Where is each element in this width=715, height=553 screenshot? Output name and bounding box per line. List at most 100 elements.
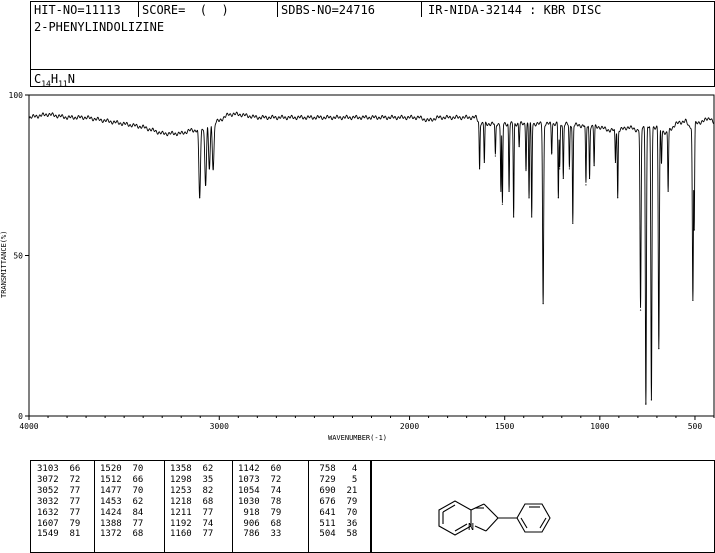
peak-table-row: 1549 81 (37, 529, 81, 540)
peak-point (525, 168, 527, 170)
peak-table-column: 1520 70 1512 66 1477 70 1453 62 1424 84 1388 … (100, 464, 143, 540)
peak-table-row: 1253 82 (170, 485, 214, 496)
peak-table-row: 1211 77 (170, 507, 214, 518)
peak-point (585, 184, 587, 186)
peak-table-row: 1192 74 (170, 518, 214, 529)
structure-box: N (371, 460, 715, 553)
nitrogen-atom-label: N (468, 522, 474, 533)
plot-frame (28, 94, 715, 417)
x-tick-label: 500 (688, 422, 703, 431)
peak-table-row: 1388 77 (100, 518, 144, 529)
x-axis-label: WAVENUMBER(-1) (328, 434, 387, 442)
peak-table-divider (308, 461, 309, 552)
peak-point (660, 161, 663, 164)
peak-point (614, 161, 617, 164)
x-tick-label: 3000 (210, 422, 229, 431)
y-tick-label: 50 (13, 252, 23, 261)
x-tick-label: 4000 (19, 422, 38, 431)
peak-point (658, 347, 660, 350)
peak-table-row: 1073 72 (238, 474, 282, 485)
peak-table-row: 690 21 (314, 485, 358, 496)
peak-table-row: 1424 84 (100, 507, 144, 518)
x-tick-label: 1500 (495, 422, 514, 431)
peak-table-row: 504 58 (314, 529, 358, 540)
hit-number: HIT-NO=11113 (34, 3, 121, 17)
peak-table-row: 1632 77 (37, 507, 81, 518)
peak-point (508, 190, 510, 192)
peak-table-row: 641 70 (314, 507, 358, 518)
spectrum-trace (28, 111, 715, 406)
peak-point (593, 165, 595, 167)
peak-point (204, 184, 207, 186)
peak-table-row: 729 5 (314, 474, 358, 485)
peak-point (513, 216, 515, 218)
score: SCORE= ( ) (142, 3, 229, 17)
peak-point (557, 197, 559, 199)
compound-name-box: 2-PHENYLINDOLIZINE (30, 17, 715, 70)
y-axis-label: TRANSMITTANCE(%) (0, 231, 8, 298)
peak-point (494, 155, 496, 157)
ir-info: IR-NIDA-32144 : KBR DISC (428, 3, 602, 17)
peak-table-row: 3032 77 (37, 496, 81, 507)
peak-point (501, 203, 504, 205)
peak-table-divider (164, 461, 165, 552)
peak-point (212, 168, 214, 170)
y-tick-label: 100 (9, 91, 24, 100)
peak-table-columns: 3103 66 3072 72 3052 77 3032 77 1632 77 1607 … (31, 461, 370, 552)
peak-point (528, 197, 530, 199)
peak-table-divider (94, 461, 95, 552)
peak-table-row: 676 79 (314, 496, 358, 507)
peak-table-row: 1142 60 (238, 464, 282, 474)
peak-table-column: 758 4 729 5 690 21 676 79 641 70 511 36 … (314, 464, 357, 540)
header-divider (421, 2, 422, 18)
y-tick-label: 0 (18, 412, 23, 421)
peak-point (551, 152, 553, 154)
peak-table-row: 3072 72 (37, 474, 81, 485)
y-axis: 0 50 100 (9, 91, 29, 421)
peak-table-column: 3103 66 3072 72 3052 77 3032 77 1632 77 1607 … (37, 464, 80, 540)
x-tick-label: 2000 (400, 422, 419, 431)
peak-table-column: 1358 62 1298 35 1253 82 1218 68 1211 77 1192 … (170, 464, 213, 540)
peak-point (667, 190, 669, 192)
peak-table-row: 1372 68 (100, 529, 144, 540)
peak-table-row: 786 33 (238, 529, 282, 540)
peak-table-row: 3052 77 (37, 485, 81, 496)
peak-table-row: 918 79 (238, 507, 282, 518)
compound-name: 2-PHENYLINDOLIZINE (34, 20, 165, 34)
peak-table-row: 1512 66 (100, 474, 144, 485)
peak-table-row: 1520 70 (100, 464, 144, 474)
peak-table-row: 906 68 (238, 518, 282, 529)
ir-spectrum-chart: 0 50 100 4000 3000 2000 1500 1000 500 TRANSMITT… (0, 91, 715, 442)
peak-point (562, 177, 564, 180)
peak-point (531, 216, 533, 218)
peak-table-row: 3103 66 (37, 464, 81, 474)
peak-point (650, 399, 652, 401)
formula-box: C14H11N (30, 69, 715, 88)
peak-point (617, 197, 619, 199)
peak-point (500, 190, 502, 192)
peak-table-row: 1358 62 (170, 464, 214, 474)
peak-point (478, 168, 481, 170)
peak-table-row: 1218 68 (170, 496, 214, 507)
peak-point (645, 402, 647, 404)
peak-point (483, 161, 485, 164)
peak-table-row: 1298 35 (170, 474, 214, 485)
peak-point (518, 145, 520, 147)
peak-table-row: 1054 74 (238, 485, 282, 496)
peak-point (692, 299, 694, 302)
peak-point (639, 309, 642, 311)
peak-table-row: 1453 62 (100, 496, 144, 507)
peak-table-row: 1030 78 (238, 496, 282, 507)
peak-table: 3103 66 3072 72 3052 77 3032 77 1632 77 1607 … (30, 460, 371, 553)
chemical-structure-2-phenylindolizine-icon: N (438, 500, 551, 536)
peak-point (542, 303, 544, 305)
peak-table-row: 1477 70 (100, 485, 144, 496)
peak-table-divider (232, 461, 233, 552)
peak-table-column: 1142 60 1073 72 1054 74 1030 78 918 79 906 … (238, 464, 281, 540)
peak-point (568, 168, 570, 170)
peak-table-row: 511 36 (314, 518, 358, 529)
formula-n: N (67, 72, 75, 86)
spectrum-line (28, 111, 715, 406)
peak-table-row: 758 4 (314, 464, 358, 474)
x-axis: 4000 3000 2000 1500 1000 500 (19, 416, 715, 431)
